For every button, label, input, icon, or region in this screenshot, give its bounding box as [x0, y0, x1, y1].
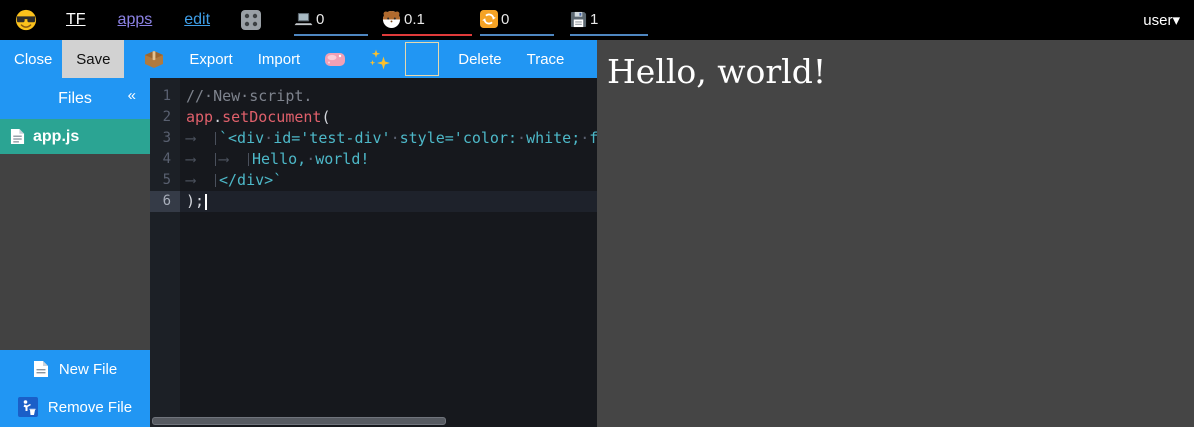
code-line: 6);: [150, 191, 597, 212]
user-menu-label: user: [1143, 12, 1172, 29]
file-item-appjs[interactable]: app.js: [0, 119, 150, 154]
top-bar: TF apps edit 0: [0, 0, 1194, 40]
new-file-button[interactable]: New File: [0, 350, 150, 388]
code-token: f: [589, 129, 597, 147]
empty-swatch-button[interactable]: [405, 42, 439, 76]
stat-field-floppy[interactable]: 1: [570, 6, 648, 36]
line-number: 1: [150, 86, 180, 107]
code-text: ⟶</div>`: [180, 170, 282, 191]
stat-field-hamster[interactable]: 0.1: [382, 6, 472, 36]
code-line: 3⟶`<div·id='test-div'·style='color:·whit…: [150, 128, 597, 149]
hamster-icon: [382, 10, 401, 29]
stat-value: 0.1: [404, 11, 425, 28]
nav-link-edit[interactable]: edit: [184, 11, 210, 29]
sunglasses-emoji-icon[interactable]: [15, 9, 37, 31]
line-number: 4: [150, 149, 180, 170]
import-button[interactable]: Import: [258, 51, 301, 68]
stat-field-refresh[interactable]: 0: [480, 6, 554, 36]
app-preview-panel: Hello, world!: [597, 40, 1194, 427]
remove-file-button[interactable]: Remove File: [0, 388, 150, 426]
package-icon[interactable]: [143, 48, 165, 70]
export-button[interactable]: Export: [189, 51, 232, 68]
tab-whitespace-marker: ⟶: [186, 170, 219, 191]
user-menu[interactable]: user▾: [1143, 11, 1180, 29]
horizontal-scrollbar[interactable]: [152, 417, 446, 425]
stat-value: 0: [501, 11, 509, 28]
code-token: app: [186, 108, 213, 126]
code-token: white;: [526, 129, 580, 147]
code-token: .: [213, 108, 222, 126]
code-lines: 1//·New·script.2app.setDocument(3⟶`<div·…: [150, 86, 597, 212]
code-line: 4⟶⟶Hello,·world!: [150, 149, 597, 170]
close-button[interactable]: Close: [14, 51, 52, 68]
new-file-label: New File: [59, 361, 117, 378]
line-number: 6: [150, 191, 180, 212]
code-text: );: [180, 191, 207, 212]
files-panel-header: Files «: [0, 78, 150, 119]
code-text: app.setDocument(: [180, 107, 331, 128]
code-token: ·: [391, 129, 400, 147]
code-token: Hello,: [252, 150, 306, 168]
collapse-panel-icon[interactable]: «: [128, 87, 136, 104]
floppy-icon: [570, 11, 587, 28]
tab-whitespace-marker: ⟶: [219, 149, 252, 170]
nav-link-apps[interactable]: apps: [118, 11, 153, 29]
delete-button[interactable]: Delete: [458, 51, 501, 68]
code-token: //·New·script.: [186, 87, 312, 105]
code-line: 5⟶</div>`: [150, 170, 597, 191]
code-token: ·: [306, 150, 315, 168]
refresh-icon: [480, 10, 498, 28]
code-token: ·: [580, 129, 589, 147]
code-token: ·: [264, 129, 273, 147]
code-line: 1 //·New·script.: [150, 86, 597, 107]
soap-icon[interactable]: [324, 48, 346, 70]
text-cursor: [205, 194, 207, 210]
remove-file-label: Remove File: [48, 399, 132, 416]
preview-text: Hello, world!: [607, 52, 826, 91]
code-token: </div>`: [219, 171, 282, 189]
stat-value: 1: [590, 11, 598, 28]
tab-whitespace-marker: ⟶: [186, 128, 219, 149]
sparkles-icon[interactable]: [369, 48, 392, 71]
save-button[interactable]: Save: [62, 40, 124, 78]
app-window: TF apps edit 0: [0, 0, 1194, 427]
stat-field-laptop[interactable]: 0: [294, 6, 368, 36]
code-token: style='color:: [400, 129, 517, 147]
document-icon: [10, 128, 25, 145]
line-number: 2: [150, 107, 180, 128]
code-token: setDocument: [222, 108, 321, 126]
editor-toolbar: Close Save Export Import D: [0, 40, 597, 78]
code-token: ·: [517, 129, 526, 147]
code-token: );: [186, 192, 204, 210]
chevron-down-icon: ▾: [1172, 12, 1180, 29]
code-line: 2app.setDocument(: [150, 107, 597, 128]
dice-icon[interactable]: [240, 9, 262, 31]
files-panel-title: Files: [58, 90, 92, 108]
line-number: 5: [150, 170, 180, 191]
nav-link-tf[interactable]: TF: [66, 11, 86, 29]
tab-whitespace-marker: ⟶: [186, 149, 219, 170]
remove-file-icon: [18, 397, 38, 417]
code-token: `<div: [219, 129, 264, 147]
stat-value: 0: [316, 11, 324, 28]
code-text: //·New·script.: [180, 86, 312, 107]
file-actions-panel: New File Remove File: [0, 350, 150, 427]
code-text: ⟶⟶Hello,·world!: [180, 149, 369, 170]
trace-button[interactable]: Trace: [527, 51, 565, 68]
file-name: app.js: [33, 128, 79, 146]
code-token: id='test-div': [273, 129, 390, 147]
code-text: ⟶`<div·id='test-div'·style='color:·white…: [180, 128, 597, 149]
code-token: world!: [315, 150, 369, 168]
code-editor[interactable]: 1//·New·script.2app.setDocument(3⟶`<div·…: [150, 78, 597, 427]
new-file-icon: [33, 360, 49, 378]
laptop-icon: [294, 12, 313, 27]
line-number: 3: [150, 128, 180, 149]
code-token: (: [321, 108, 330, 126]
